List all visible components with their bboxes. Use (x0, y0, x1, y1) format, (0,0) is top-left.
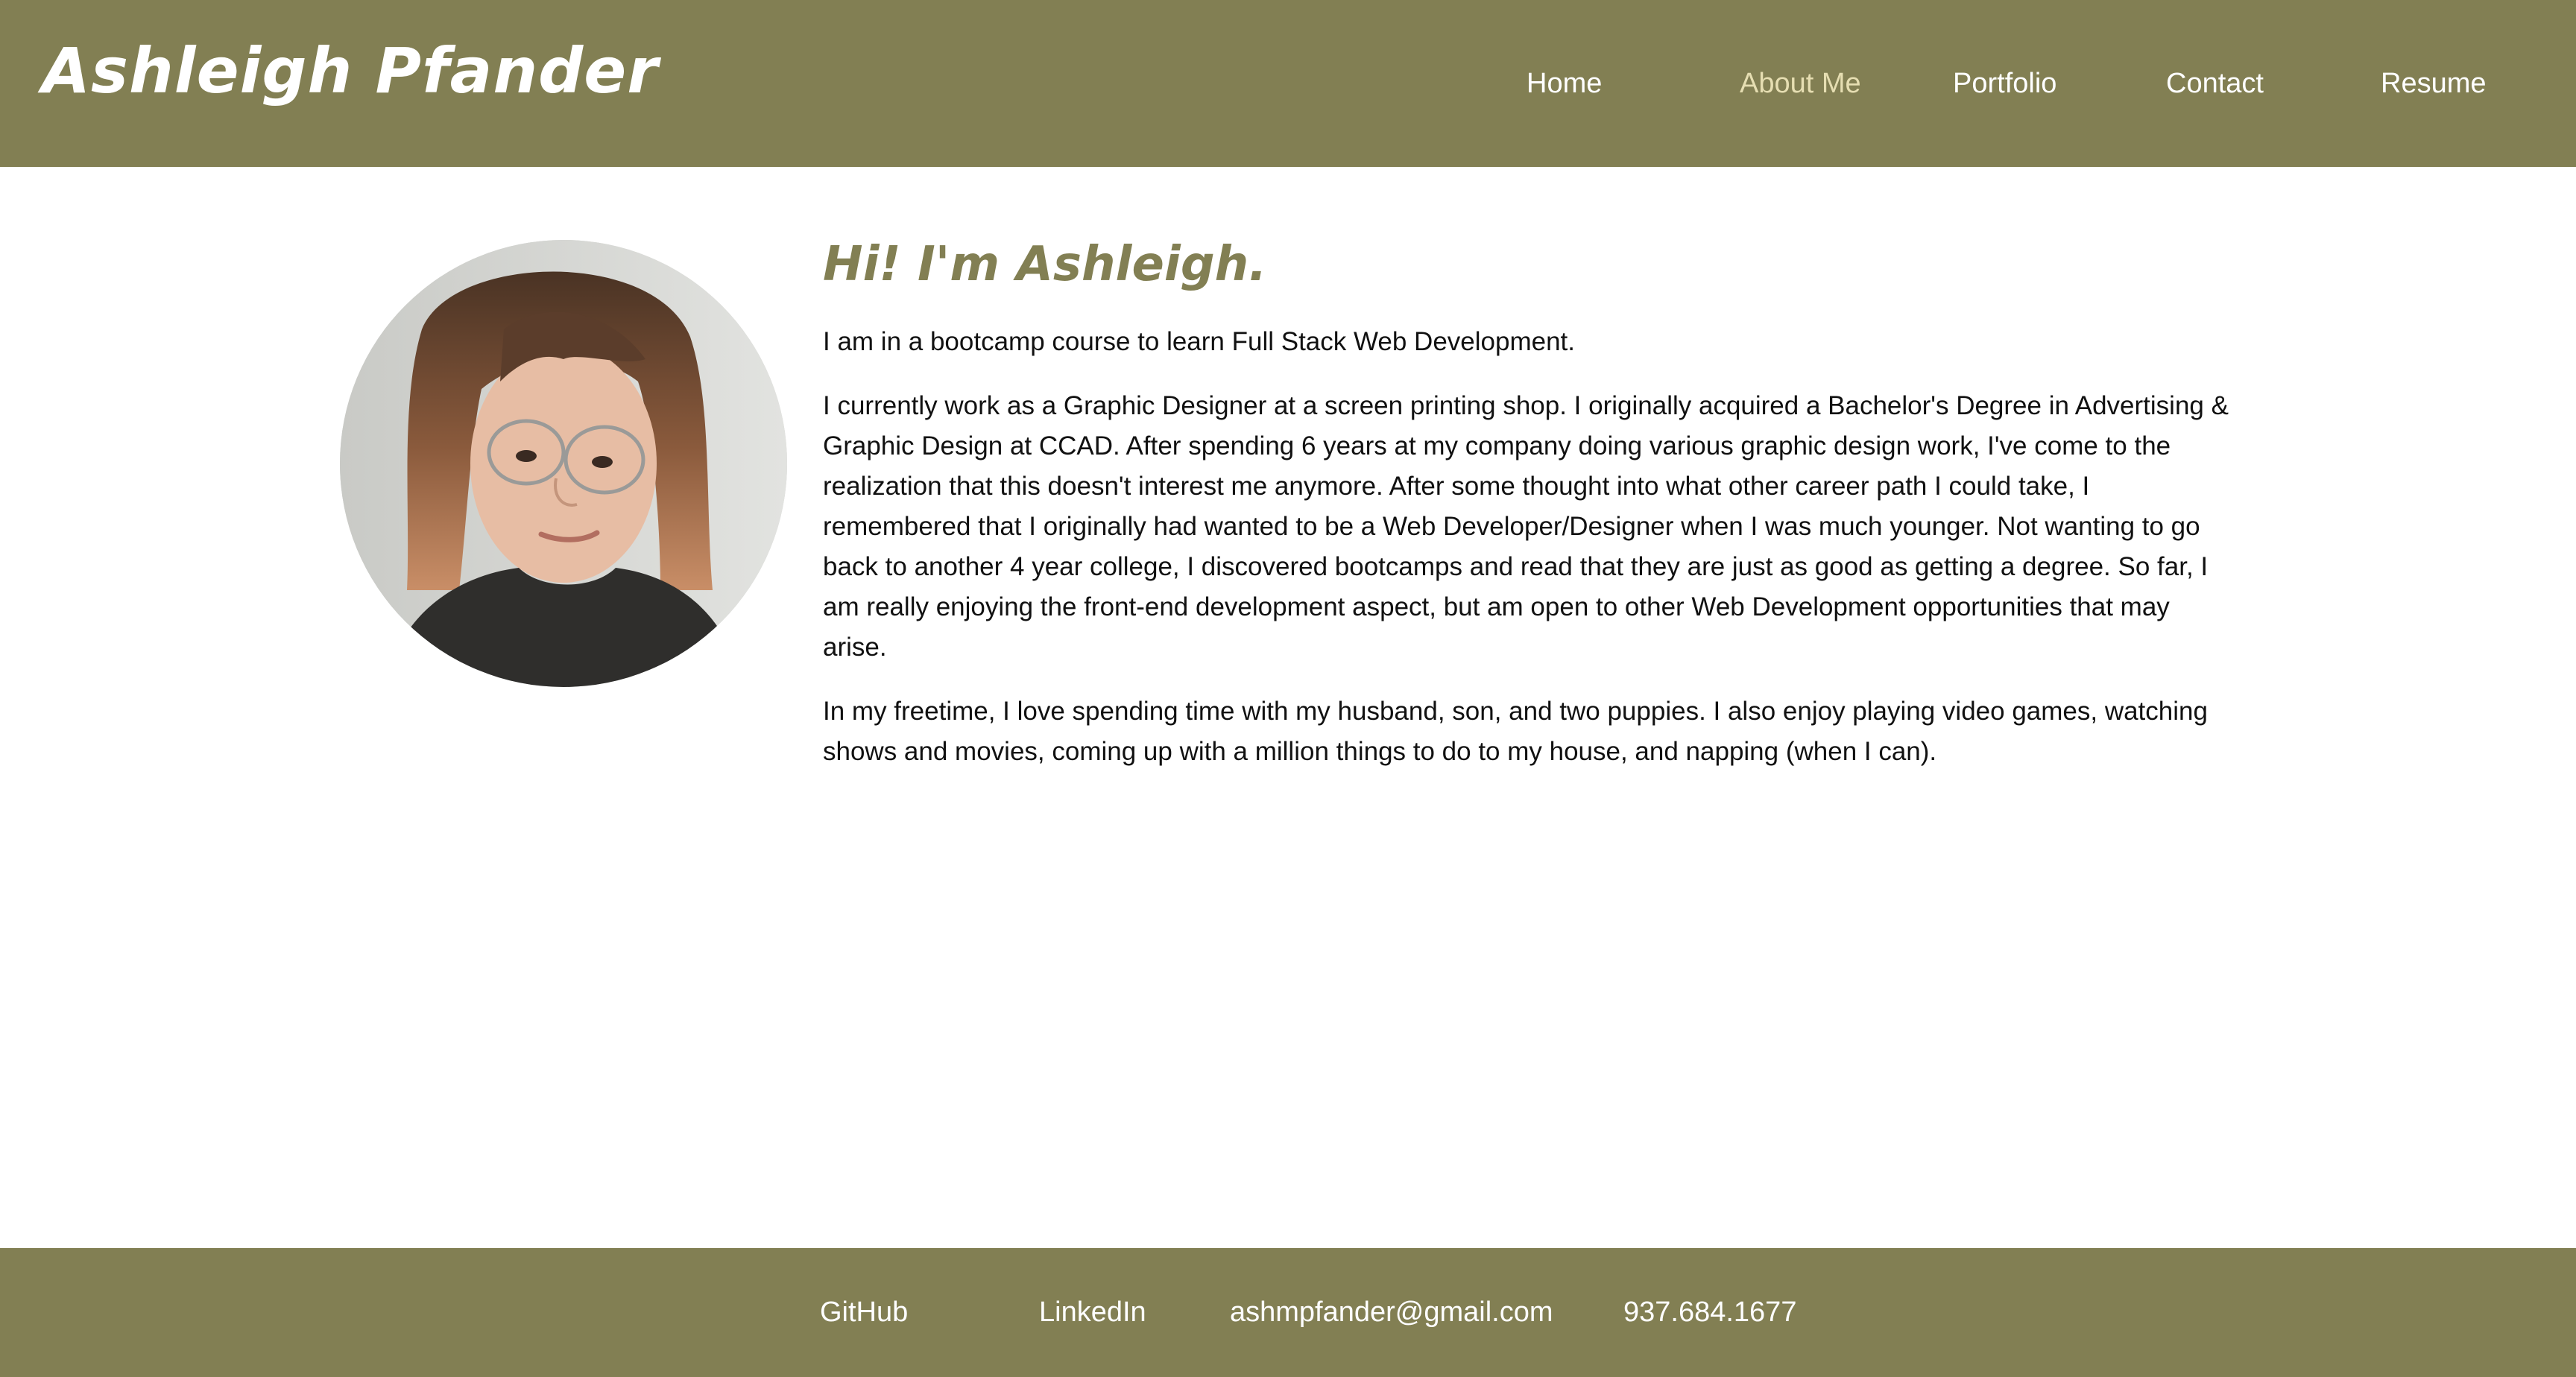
footer-link-phone[interactable]: 937.684.1677 (1623, 1294, 1796, 1330)
footer-link-github[interactable]: GitHub (820, 1294, 908, 1330)
about-paragraph-2: I currently work as a Graphic Designer a… (823, 391, 2229, 662)
footer-link-linkedin[interactable]: LinkedIn (1039, 1294, 1146, 1330)
profile-photo (340, 240, 787, 687)
profile-photo-illustration (340, 240, 787, 687)
nav-link-contact[interactable]: Contact (2166, 66, 2264, 101)
nav-link-resume[interactable]: Resume (2381, 66, 2487, 101)
nav-link-about-me[interactable]: About Me (1740, 66, 1861, 101)
site-brand[interactable]: Ashleigh Pfander (42, 34, 659, 107)
about-heading: Hi! I'm Ashleigh. (823, 237, 1267, 292)
nav-link-home[interactable]: Home (1527, 66, 1602, 101)
site-footer: GitHub LinkedIn ashmpfander@gmail.com 93… (0, 1248, 2576, 1377)
about-content: Hi! I'm Ashleigh. I am in a bootcamp cou… (823, 224, 2239, 796)
about-paragraph-1: I am in a bootcamp course to learn Full … (823, 327, 1576, 356)
nav-link-portfolio[interactable]: Portfolio (1953, 66, 2056, 101)
about-paragraph-3: In my freetime, I love spending time wit… (823, 697, 2208, 766)
site-header: Ashleigh Pfander Home About Me Portfolio… (0, 0, 2576, 167)
footer-link-email[interactable]: ashmpfander@gmail.com (1230, 1294, 1553, 1330)
